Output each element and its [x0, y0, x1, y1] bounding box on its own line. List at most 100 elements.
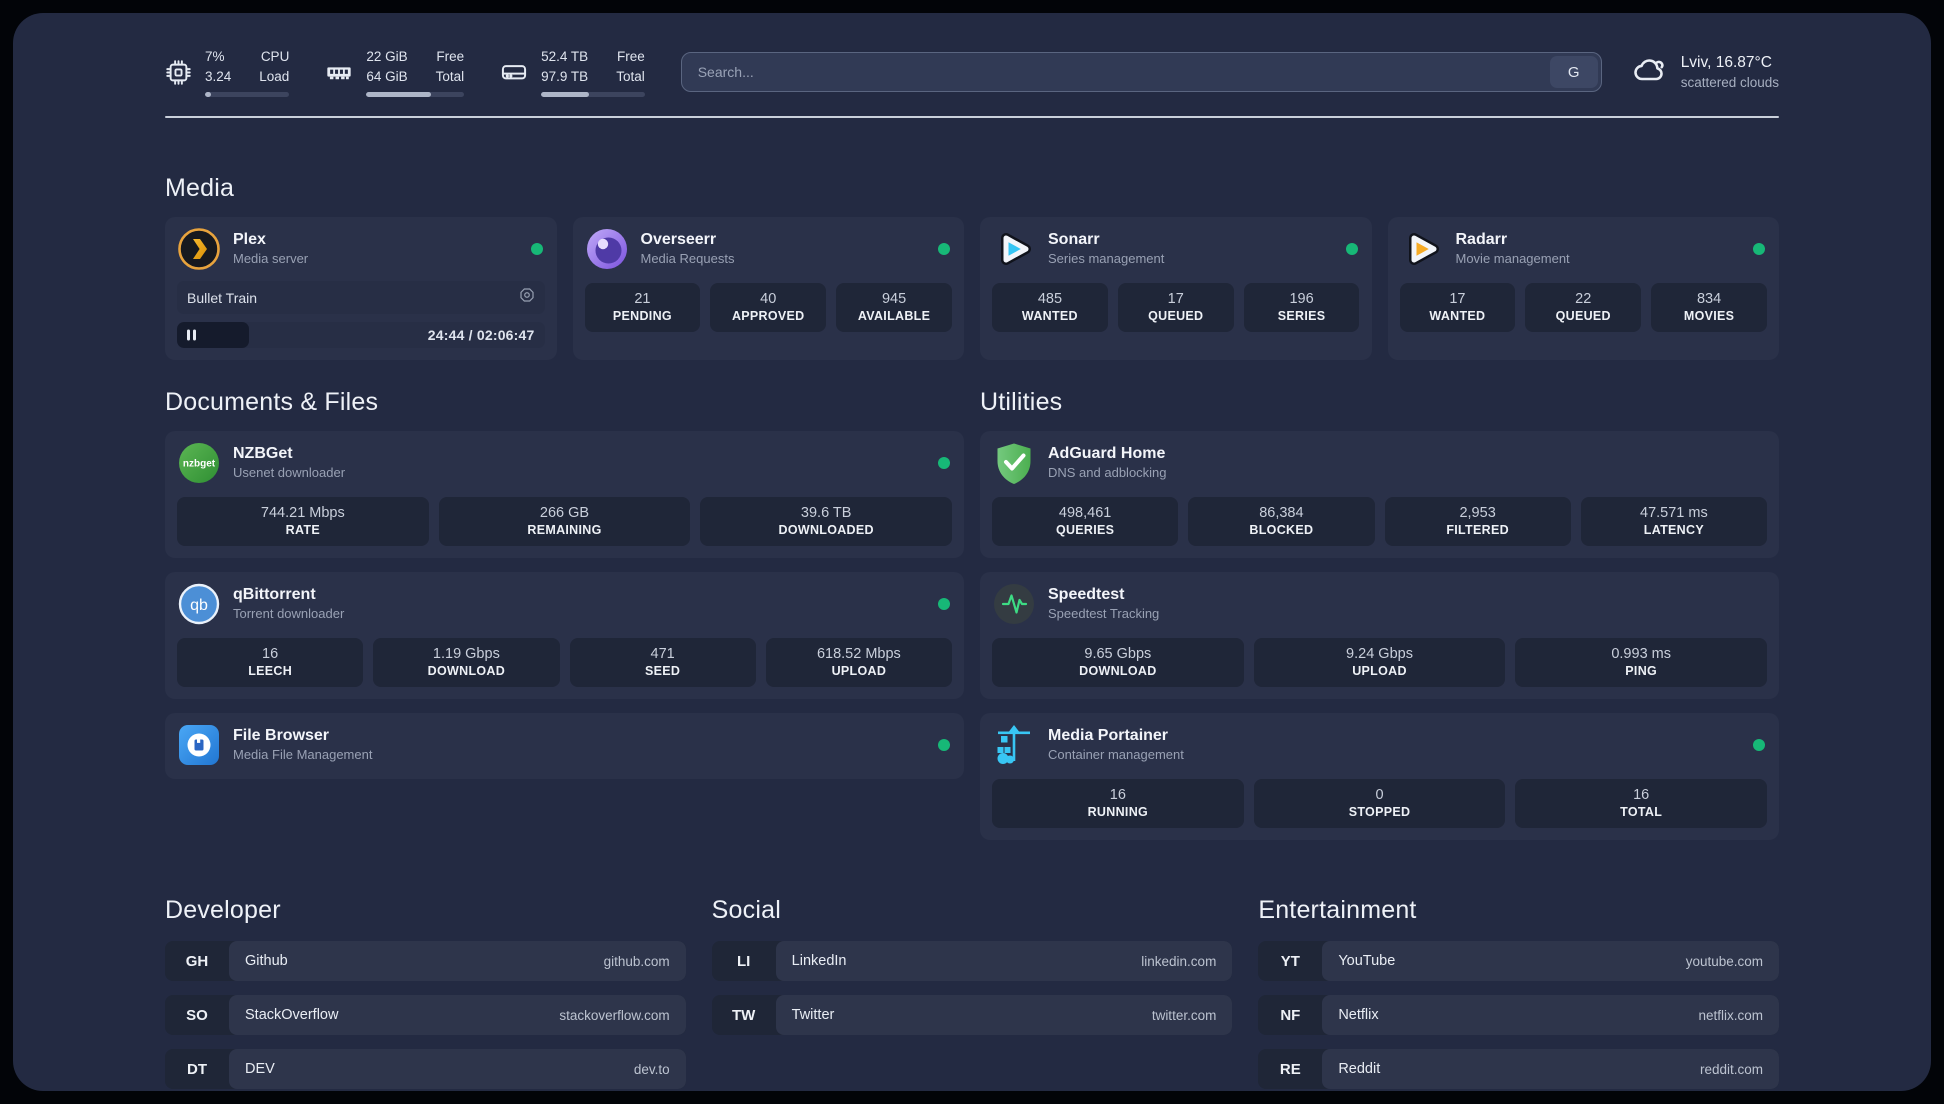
- weather-location-temp: Lviv, 16.87°C: [1680, 53, 1772, 71]
- bookmark-reddit[interactable]: RE Reddit reddit.com: [1258, 1049, 1779, 1089]
- stat-label: STOPPED: [1348, 805, 1411, 819]
- status-dot-online: [938, 243, 950, 255]
- bookmark-youtube[interactable]: YT YouTube youtube.com: [1258, 941, 1779, 981]
- stat-label: UPLOAD: [831, 664, 887, 678]
- stat-stopped: 0 STOPPED: [1253, 779, 1506, 828]
- stat-wanted: 17 WANTED: [1399, 283, 1516, 332]
- topbar: 7% 3.24 CPU Load 22 GiB 64 GiB Free Tota…: [165, 41, 1779, 103]
- service-card-plex: Plex Media server Bullet Train 24:44 / 0…: [165, 217, 557, 360]
- cpu-usage-label: CPU: [260, 49, 290, 65]
- weather-condition: scattered clouds: [1680, 74, 1779, 90]
- search-input[interactable]: [681, 53, 1547, 91]
- memory-widget-body: 22 GiB 64 GiB Free Total: [366, 47, 465, 97]
- service-link-nzbget[interactable]: NZBGet Usenet downloader: [233, 444, 926, 482]
- speedtest-icon[interactable]: [992, 582, 1036, 626]
- stat-value: 618.52 Mbps: [816, 646, 901, 662]
- qbittorrent-icon[interactable]: qb: [177, 582, 221, 626]
- service-link-speedtest[interactable]: Speedtest Speedtest Tracking: [1048, 585, 1767, 623]
- overseerr-icon[interactable]: [585, 227, 629, 271]
- bookmark-url: stackoverflow.com: [559, 1007, 670, 1023]
- bookmark-github[interactable]: GH Github github.com: [165, 941, 686, 981]
- search-provider-button[interactable]: G: [1549, 56, 1598, 88]
- filebrowser-icon[interactable]: [177, 723, 221, 767]
- portainer-icon[interactable]: [992, 723, 1036, 767]
- stat-blocked: 86,384 BLOCKED: [1188, 497, 1375, 546]
- stat-value: 17: [1449, 291, 1466, 307]
- radarr-icon[interactable]: [1400, 227, 1444, 271]
- stat-available: 945 AVAILABLE: [836, 283, 952, 332]
- memory-free-value: 22 GiB: [366, 49, 408, 65]
- bookmark-linkedin[interactable]: LI LinkedIn linkedin.com: [711, 941, 1233, 981]
- service-subtitle: Series management: [1048, 251, 1165, 267]
- cpu-load-value: 3.24: [205, 69, 232, 84]
- stat-queued: 17 QUEUED: [1117, 283, 1234, 332]
- stat-download: 9.65 Gbps DOWNLOAD: [992, 638, 1244, 687]
- sonarr-icon[interactable]: [992, 227, 1036, 271]
- stat-label: QUEUED: [1555, 309, 1611, 323]
- section-documents-utilities: Documents & Files nzbget NZBGet Usenet d…: [165, 388, 1779, 840]
- stat-label: DOWNLOAD: [1079, 664, 1157, 678]
- stat-value: 0.993 ms: [1611, 646, 1671, 662]
- stat-latency: 47.571 ms LATENCY: [1580, 497, 1767, 546]
- service-link-portainer[interactable]: Media Portainer Container management: [1048, 726, 1741, 764]
- service-link-filebrowser[interactable]: File Browser Media File Management: [233, 726, 926, 764]
- section-title-entertainment: Entertainment: [1258, 896, 1417, 924]
- stat-remaining: 266 GB REMAINING: [438, 497, 691, 546]
- topbar-divider: [165, 116, 1779, 118]
- weather-icon: [1632, 52, 1668, 93]
- service-subtitle: Speedtest Tracking: [1048, 606, 1160, 622]
- plex-icon[interactable]: [177, 227, 221, 271]
- nzbget-icon[interactable]: nzbget: [177, 441, 221, 485]
- stat-label: REMAINING: [527, 523, 602, 537]
- service-link-plex[interactable]: Plex Media server: [233, 230, 519, 268]
- bookmark-abbr: DT: [187, 1060, 207, 1078]
- memory-total-label: Total: [435, 69, 465, 84]
- disk-progress-fill: [541, 91, 589, 97]
- bookmark-name: DEV: [245, 1061, 275, 1077]
- stat-label: RATE: [285, 523, 320, 537]
- stat-value: 40: [760, 291, 777, 307]
- service-card-overseerr: Overseerr Media Requests 21 PENDING 40 A…: [572, 217, 964, 360]
- stat-series: 196 SERIES: [1243, 283, 1360, 332]
- stat-value: 16: [1633, 787, 1650, 803]
- bookmark-stackoverflow[interactable]: SO StackOverflow stackoverflow.com: [165, 995, 686, 1035]
- bookmark-group-developer: Developer GH Github github.com SO StackO…: [165, 896, 686, 1089]
- bookmark-name: Netflix: [1338, 1007, 1379, 1023]
- stat-ping: 0.993 ms PING: [1515, 638, 1768, 687]
- dashboard-page: 7% 3.24 CPU Load 22 GiB 64 GiB Free Tota…: [13, 13, 1931, 1091]
- service-subtitle: Container management: [1048, 747, 1184, 763]
- service-link-sonarr[interactable]: Sonarr Series management: [1048, 230, 1334, 268]
- stat-value: 196: [1289, 291, 1314, 307]
- window-frame: 7% 3.24 CPU Load 22 GiB 64 GiB Free Tota…: [0, 0, 1944, 1104]
- bookmark-name: LinkedIn: [791, 953, 847, 969]
- bookmark-name: YouTube: [1338, 953, 1396, 969]
- service-link-qbittorrent[interactable]: qBittorrent Torrent downloader: [233, 585, 926, 623]
- stat-label: PING: [1625, 664, 1658, 678]
- bookmark-netflix[interactable]: NF Netflix netflix.com: [1258, 995, 1779, 1035]
- status-dot-online: [938, 739, 950, 751]
- service-link-overseerr[interactable]: Overseerr Media Requests: [641, 230, 927, 268]
- search-bar: G: [680, 52, 1602, 92]
- service-subtitle: Media server: [233, 251, 309, 267]
- bookmark-dev[interactable]: DT DEV dev.to: [165, 1049, 686, 1089]
- playback-progress-bar[interactable]: 24:44 / 02:06:47: [177, 322, 545, 348]
- stat-value: 2,953: [1459, 505, 1496, 521]
- section-media: Media Plex Media server Bullet Train 24:…: [165, 174, 1779, 360]
- memory-widget: 22 GiB 64 GiB Free Total: [325, 47, 465, 97]
- memory-progress-fill: [366, 91, 431, 97]
- service-card-qbittorrent: qb qBittorrent Torrent downloader 16 LEE…: [165, 572, 964, 699]
- bookmark-abbr: NF: [1280, 1006, 1301, 1024]
- adguard-icon[interactable]: [992, 441, 1036, 485]
- stat-label: TOTAL: [1620, 805, 1663, 819]
- stat-label: LEECH: [248, 664, 293, 678]
- service-link-radarr[interactable]: Radarr Movie management: [1456, 230, 1742, 268]
- stat-label: DOWNLOAD: [427, 664, 506, 678]
- service-link-adguard[interactable]: AdGuard Home DNS and adblocking: [1048, 444, 1767, 482]
- service-card-portainer: Media Portainer Container management 16 …: [980, 713, 1779, 840]
- bookmark-twitter[interactable]: TW Twitter twitter.com: [711, 995, 1233, 1035]
- memory-progress-track: [366, 91, 465, 97]
- now-playing-title: Bullet Train: [187, 289, 258, 306]
- stat-leech: 16 LEECH: [177, 638, 364, 687]
- session-settings-icon[interactable]: [519, 287, 535, 308]
- stat-rate: 744.21 Mbps RATE: [177, 497, 429, 546]
